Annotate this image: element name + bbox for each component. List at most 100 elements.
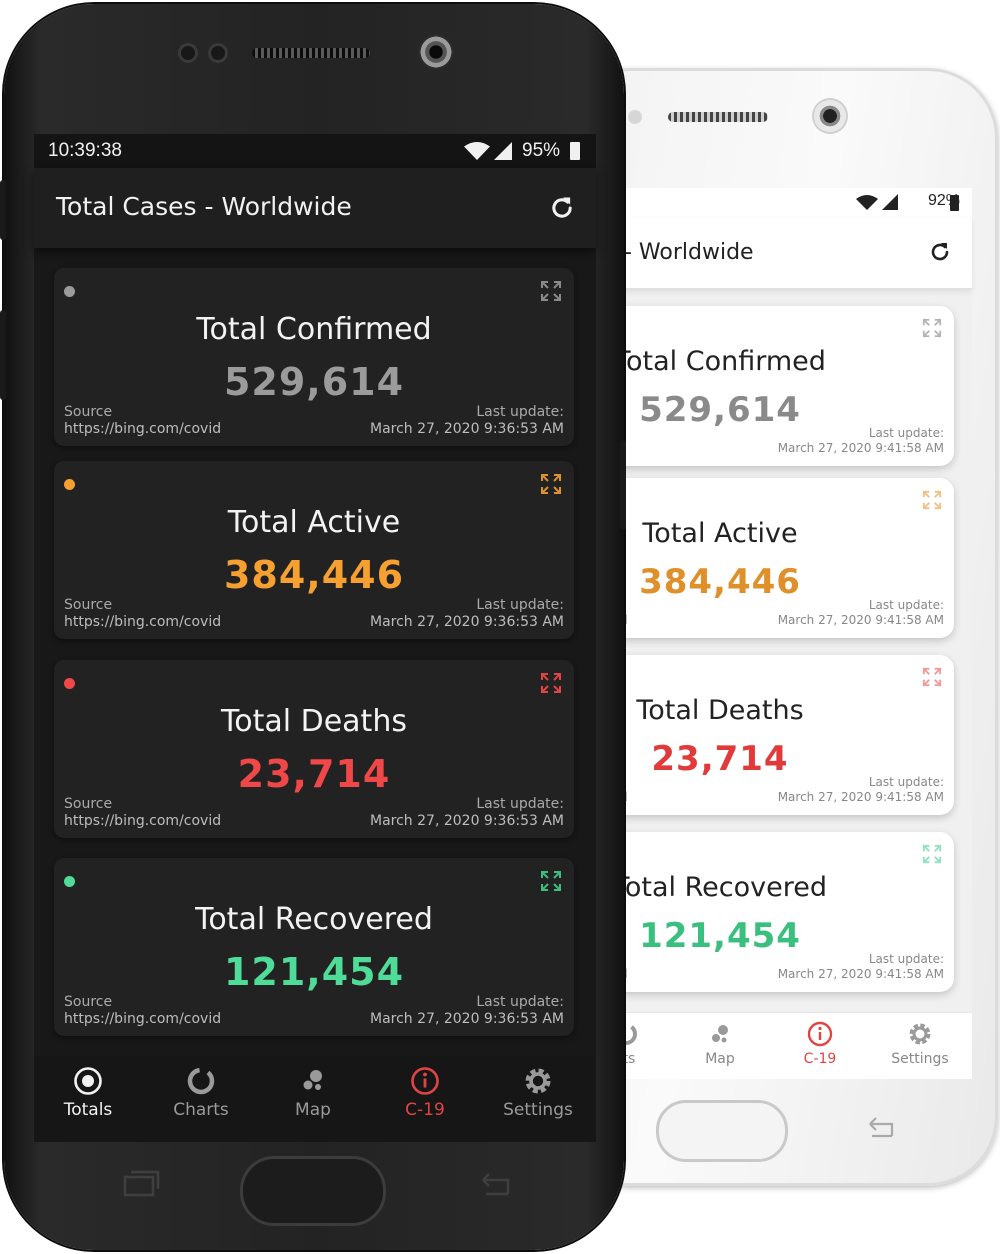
home-button[interactable] [240, 1156, 386, 1226]
last-update-time: March 27, 2020 9:36:53 AM [370, 1011, 564, 1027]
last-update: Last update: March 27, 2020 9:41:58 AM [778, 775, 944, 805]
back-icon[interactable] [474, 1170, 512, 1198]
source-label: Source [64, 796, 113, 812]
map-icon [303, 1070, 322, 1090]
last-update-time: March 27, 2020 9:41:58 AM [777, 613, 944, 627]
volume-button [0, 180, 6, 240]
last-update-label: Last update: [868, 598, 944, 612]
card-total-deaths[interactable]: Total Deaths 23,714 Source https://bing.… [54, 660, 574, 838]
info-icon [411, 1067, 439, 1095]
nav-label: Totals [63, 1100, 113, 1120]
last-update-label: Last update: [868, 775, 944, 789]
source-link[interactable]: https://bing.com/covid [64, 1011, 221, 1027]
nav-totals[interactable]: Totals [38, 1066, 138, 1120]
nav-c19[interactable]: C-19 [780, 1021, 860, 1067]
last-update-time: March 27, 2020 9:36:53 AM [370, 813, 564, 829]
last-update-label: Last update: [476, 994, 564, 1010]
source-label: Source [64, 994, 113, 1010]
card-total-confirmed[interactable]: Total Confirmed 529,614 Source https://b… [54, 268, 574, 446]
card-title: Total Deaths [221, 704, 407, 739]
expand-icon[interactable] [540, 672, 562, 694]
nav-settings[interactable]: Settings [880, 1021, 960, 1067]
charts-icon [187, 1067, 215, 1095]
expand-icon[interactable] [540, 870, 562, 892]
page-title: Total Cases - Worldwide [56, 192, 352, 221]
card-title: Total Active [227, 505, 401, 540]
refresh-icon[interactable] [548, 194, 576, 222]
nav-label: C-19 [803, 1051, 837, 1067]
nav-label: Map [705, 1051, 735, 1067]
card-value: 529,614 [639, 390, 801, 430]
last-update-time: March 27, 2020 9:41:58 AM [777, 967, 944, 981]
nav-map[interactable]: Map [263, 1066, 363, 1120]
map-icon [712, 1025, 728, 1043]
card-value: 23,714 [237, 752, 391, 796]
gear-icon [525, 1068, 551, 1094]
volume-button [0, 310, 6, 400]
last-update: Last update: March 27, 2020 9:41:58 AM [778, 952, 944, 982]
nav-label: Charts [173, 1100, 229, 1120]
gear-icon [909, 1023, 931, 1045]
expand-icon[interactable] [540, 280, 562, 302]
sensor-dot [628, 110, 642, 124]
card-total-deaths[interactable]: Total Deaths 23,714 d Last update:March … [600, 655, 954, 815]
last-update: Last update: March 27, 2020 9:41:58 AM [778, 426, 944, 456]
signal-icon [494, 142, 512, 164]
status-time: 10:39:38 [48, 140, 122, 161]
signal-icon [882, 194, 898, 214]
refresh-icon[interactable] [928, 240, 952, 264]
card-title: Total Active [642, 518, 798, 549]
card-title: Total Recovered [612, 872, 827, 903]
expand-icon[interactable] [922, 844, 942, 864]
card-total-recovered[interactable]: Total Recovered 121,454 Source https://b… [54, 858, 574, 1036]
wifi-icon [856, 195, 878, 215]
light-bottom-nav: rts Map C-19 Settings [600, 1012, 972, 1079]
last-update-label: Last update: [476, 796, 564, 812]
battery-icon [570, 142, 580, 160]
card-value: 529,614 [223, 360, 405, 404]
source-link[interactable]: https://bing.com/covid [64, 421, 221, 437]
recent-apps-icon[interactable] [122, 1168, 160, 1198]
nav-c19[interactable]: C-19 [375, 1066, 475, 1120]
last-update-label: Last update: [476, 597, 564, 613]
card-total-active[interactable]: Total Active 384,446 Source https://bing… [54, 461, 574, 639]
card-value: 121,454 [223, 950, 405, 994]
source-link[interactable]: https://bing.com/covid [64, 614, 221, 630]
light-status-bar [600, 188, 972, 218]
source-link[interactable]: https://bing.com/covid [64, 813, 221, 829]
expand-icon[interactable] [922, 318, 942, 338]
front-camera-icon [814, 100, 846, 132]
last-update: Last update: March 27, 2020 9:41:58 AM [778, 598, 944, 628]
source-label: Source [64, 404, 113, 420]
expand-icon[interactable] [540, 473, 562, 495]
nav-settings[interactable]: Settings [488, 1066, 588, 1120]
status-dot [64, 678, 75, 689]
last-update-time: March 27, 2020 9:41:58 AM [777, 790, 944, 804]
back-icon[interactable] [862, 1116, 896, 1140]
last-update-label: Last update: [868, 952, 944, 966]
nav-label: Map [295, 1100, 331, 1120]
expand-icon[interactable] [922, 490, 942, 510]
card-total-active[interactable]: Total Active 384,446 d Last update:March… [600, 478, 954, 638]
card-value: 384,446 [639, 562, 801, 602]
sensor-dot [208, 43, 228, 63]
expand-icon[interactable] [922, 667, 942, 687]
last-update-label: Last update: [868, 426, 944, 440]
card-total-recovered[interactable]: Total Recovered 121,454 d Last update:Ma… [600, 832, 954, 992]
last-update-time: March 27, 2020 9:41:58 AM [777, 441, 944, 455]
earpiece-speaker [252, 48, 370, 58]
status-dot [64, 876, 75, 887]
nav-label: Settings [891, 1051, 949, 1067]
card-title: Total Confirmed [196, 312, 432, 347]
battery-icon [950, 195, 959, 211]
totals-icon [74, 1067, 102, 1095]
home-button[interactable] [656, 1100, 788, 1162]
nav-charts[interactable]: Charts [151, 1066, 251, 1120]
card-title: Total Confirmed [614, 346, 826, 377]
card-total-confirmed[interactable]: Total Confirmed 529,614 Last update: Marc… [600, 306, 954, 466]
last-update-time: March 27, 2020 9:36:53 AM [370, 614, 564, 630]
nav-map[interactable]: Map [680, 1021, 760, 1067]
card-title: Total Recovered [195, 902, 433, 937]
nav-label: C-19 [405, 1100, 445, 1120]
status-dot [64, 479, 75, 490]
